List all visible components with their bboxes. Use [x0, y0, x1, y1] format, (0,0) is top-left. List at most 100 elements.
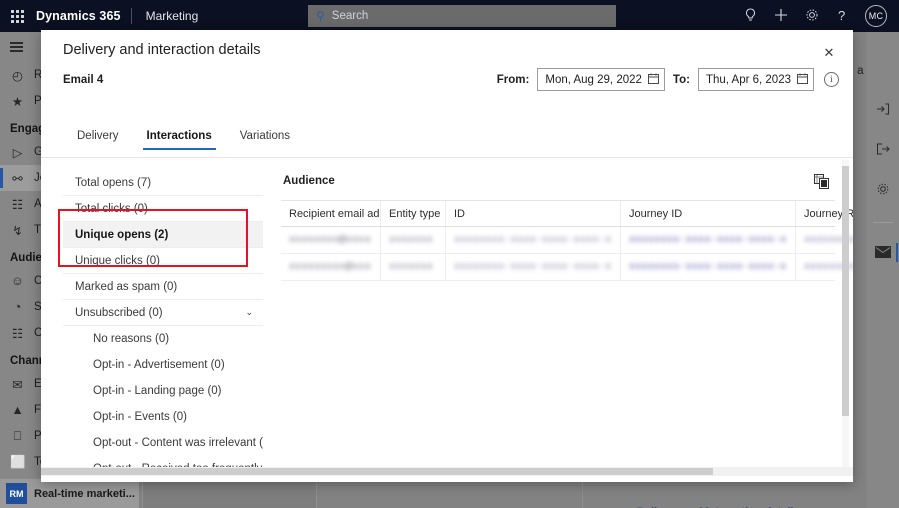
settings-gear-icon[interactable]: [867, 182, 899, 199]
dialog-vertical-scrollbar[interactable]: [842, 160, 849, 475]
from-date-value: Mon, Aug 29, 2022: [545, 73, 642, 86]
scroll-thumb[interactable]: [842, 166, 849, 416]
metric-label: Marked as spam (0): [75, 280, 178, 293]
column-header[interactable]: Entity type: [381, 201, 446, 226]
to-date-value: Thu, Apr 6, 2023: [705, 73, 791, 86]
chevron-down-icon[interactable]: ⌄: [245, 307, 253, 318]
import-icon[interactable]: [867, 102, 899, 119]
audience-header: Audience: [281, 170, 835, 192]
consent-icon: ☷: [11, 326, 24, 341]
metric-label: No reasons (0): [93, 333, 170, 345]
export-icon[interactable]: [867, 142, 899, 159]
triggers-icon: ↯: [12, 223, 23, 238]
dialog-horizontal-scrollbar[interactable]: [41, 467, 853, 476]
metric-label: Total clicks (0): [75, 202, 148, 215]
calendar-icon: [647, 73, 659, 87]
metric-item[interactable]: Unsubscribed (0) ⌄: [63, 300, 263, 326]
metric-label: Total opens (7): [75, 176, 152, 189]
calendar-icon: [797, 73, 808, 87]
analytics-icon: ☷: [11, 197, 24, 212]
date-range-controls: From: Mon, Aug 29, 2022 To: Thu, Apr 6, …: [497, 68, 839, 91]
metric-item[interactable]: Marked as spam (0): [63, 274, 263, 300]
scroll-thumb[interactable]: [41, 468, 713, 475]
redacted-value: xxxxxxxx-xxxx-xxxx-xxxx-xxxxxxxxxxxx: [454, 261, 612, 273]
brand-label: Dynamics 365: [36, 9, 121, 23]
help-icon[interactable]: ?: [836, 8, 848, 25]
journeys-icon: ⚯: [12, 171, 23, 186]
table-cell: xxxxxxxx-xxxx-xxxx-xxxx-xxxxxxxxxxxx: [446, 227, 621, 253]
avatar[interactable]: MC: [865, 5, 887, 27]
metric-item[interactable]: Total clicks (0): [63, 196, 263, 222]
to-date-field[interactable]: Thu, Apr 6, 2023: [697, 68, 814, 91]
push-icon: ⎕: [13, 428, 22, 443]
table-cell: xxxxxxxx@xxxxxxxxx.xxx: [281, 227, 381, 253]
metric-item[interactable]: Opt-in - Landing page (0): [63, 378, 263, 404]
export-to-excel-icon[interactable]: [814, 173, 829, 189]
plus-icon[interactable]: [774, 8, 788, 24]
redacted-value: xxxxxxxx@xxxxxxxxx.xxx: [289, 234, 372, 246]
app-name-label: Marketing: [145, 9, 199, 23]
segments-icon: ◔: [13, 300, 22, 314]
table-cell: xxxxxxxxx@xxxxxxxxxxx.xxx: [281, 254, 381, 280]
column-header[interactable]: Recipient email address: [281, 201, 381, 226]
dialog-body: Total opens (7) Total clicks (0) Unique op…: [41, 157, 853, 482]
grid-header-row: Recipient email addressEntity typeIDJour…: [281, 201, 853, 227]
redacted-value: xxxxxxx: [389, 261, 434, 273]
clock-icon: ◴: [12, 68, 23, 83]
metric-label: Opt-out - Content was irrelevant (: [93, 437, 264, 449]
info-icon[interactable]: i: [824, 72, 839, 87]
metric-label: Opt-in - Landing page (0): [93, 385, 222, 397]
audience-panel: Audience Recipient email addressEntity t…: [281, 170, 853, 281]
table-row[interactable]: xxxxxxxxx@xxxxxxxxxxx.xxx xxxxxxx xxxxxxxx…: [281, 254, 853, 281]
tab-delivery[interactable]: Delivery: [63, 125, 133, 150]
metric-item[interactable]: Opt-in - Advertisement (0): [63, 352, 263, 378]
metric-item[interactable]: Opt-out - Content was irrelevant (: [63, 430, 263, 456]
search-icon: ⚲: [316, 9, 325, 23]
app-launcher-button[interactable]: [0, 0, 34, 32]
metric-item[interactable]: Total opens (7): [63, 170, 263, 196]
redacted-value: xxxxxxxx-xxxx-xxxx-xxxx-xxxxxxxxxxxx: [629, 234, 787, 246]
table-row[interactable]: xxxxxxxx@xxxxxxxxx.xxx xxxxxxx xxxxxxxx-xx…: [281, 227, 853, 254]
metric-label: Opt-in - Advertisement (0): [93, 359, 225, 371]
right-rail: [867, 32, 899, 508]
tab-interactions[interactable]: Interactions: [133, 125, 226, 150]
metric-item[interactable]: Opt-in - Events (0): [63, 404, 263, 430]
from-label: From:: [496, 73, 530, 86]
table-cell: xxxxxxxx-xxxx-xxxx-xxxx-xxxxxxxxxxxx: [621, 227, 796, 253]
from-date-field[interactable]: Mon, Aug 29, 2022: [537, 68, 665, 91]
metric-label: Unique clicks (0): [75, 254, 160, 267]
search-box[interactable]: ⚲ Search: [308, 5, 616, 27]
envelope-icon: ✉: [12, 377, 23, 392]
redacted-value: xxxxxxx: [389, 234, 434, 246]
delivery-interaction-dialog: Delivery and interaction details ✕ Email…: [41, 30, 853, 482]
person-icon: ☺: [11, 274, 24, 288]
nav-area-switcher[interactable]: RM Real-time marketi... ⌃: [0, 478, 139, 508]
metric-item[interactable]: No reasons (0): [63, 326, 263, 352]
app-root: Dynamics 365 Marketing ⚲ Search ? MC a c…: [0, 0, 899, 508]
dialog-tabs: Delivery Interactions Variations: [63, 125, 304, 150]
metric-item[interactable]: Unique clicks (0): [63, 248, 263, 274]
redacted-value: xxxxxxxxx@xxxxxxxxxxx.xxx: [289, 261, 372, 273]
table-cell: xxxxxxx: [381, 227, 446, 253]
table-cell: xxxxxxxx-xxxx-xxxx-xxxx-xxxxxxxxxxxx: [621, 254, 796, 280]
hamburger-icon: [10, 40, 23, 55]
gear-icon[interactable]: [805, 8, 819, 24]
tab-variations[interactable]: Variations: [226, 125, 304, 150]
table-cell: xxxxxxx: [381, 254, 446, 280]
svg-text:?: ?: [838, 8, 845, 23]
column-header[interactable]: Journey ID: [621, 201, 796, 226]
area-label: Real-time marketi...: [34, 487, 135, 500]
close-icon[interactable]: ✕: [817, 41, 841, 65]
text-icon: ⬜: [10, 454, 26, 469]
top-command-bar: Dynamics 365 Marketing ⚲ Search ? MC: [0, 0, 899, 32]
redacted-value: xxxxxxxx-xxxx-xxxx-xxxx-xxxxxxxxxxxx: [629, 261, 787, 273]
audience-grid: Recipient email addressEntity typeIDJour…: [281, 200, 853, 281]
email-panel-icon[interactable]: [867, 243, 899, 262]
topbar-actions: ? MC: [744, 0, 893, 32]
table-cell: xxxxxxxx-xxxx-xxxx-xxxx-xxxxxxxxxxxx: [446, 254, 621, 280]
lightbulb-icon[interactable]: [744, 7, 757, 25]
dialog-title: Delivery and interaction details: [63, 42, 261, 58]
column-header[interactable]: ID: [446, 201, 621, 226]
area-badge: RM: [6, 483, 27, 504]
metric-item[interactable]: Unique opens (2): [63, 222, 263, 248]
